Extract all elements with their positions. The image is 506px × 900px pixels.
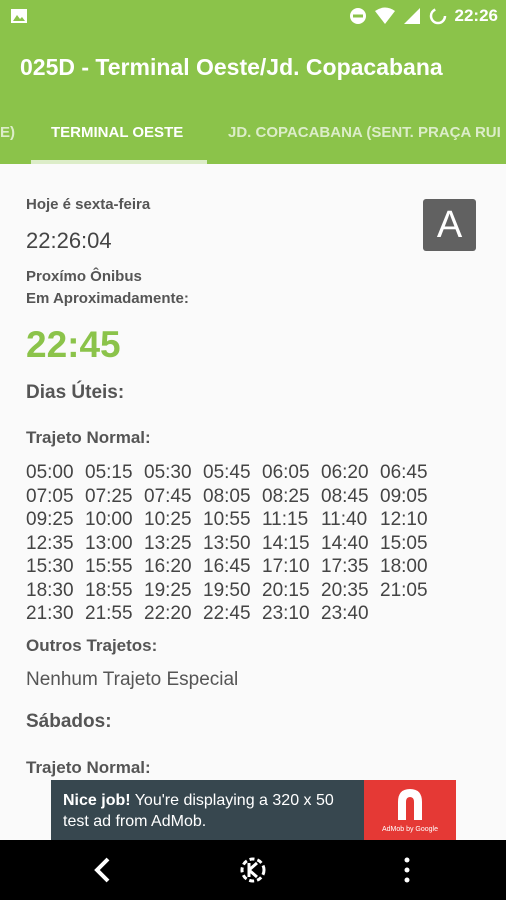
- tab-jd-copacabana[interactable]: JD. COPACABANA (SENT. PRAÇA RUI BARBOSA): [228, 106, 506, 164]
- schedule-time: 12:10: [380, 509, 428, 530]
- schedule-time: 16:45: [203, 556, 251, 577]
- navigation-bar: [0, 840, 506, 900]
- schedule-time: 21:05: [380, 579, 428, 601]
- schedule-time: 07:45: [144, 485, 192, 507]
- schedule-time: 15:55: [85, 556, 133, 577]
- status-time: 22:26: [454, 6, 498, 25]
- next-bus-approx-label: Em Aproximadamente:: [26, 290, 189, 307]
- schedule-time: 20:35: [321, 579, 369, 601]
- normal-route-title: Trajeto Normal:: [26, 428, 151, 447]
- app-bar: 025D - Terminal Oeste/Jd. Copacabana: [0, 32, 506, 106]
- tab-terminal-oeste[interactable]: TERMINAL OESTE: [51, 106, 183, 164]
- schedule-time: 08:05: [203, 485, 251, 507]
- schedule-time: 06:05: [262, 462, 310, 483]
- schedule-time: 23:40: [321, 603, 369, 624]
- ad-caption: AdMob by Google: [381, 826, 439, 833]
- next-bus-label: Proxímo Ônibus: [26, 268, 142, 285]
- schedule-time: 10:55: [203, 509, 251, 530]
- admob-icon: [398, 789, 422, 820]
- weekday-times-grid: 05:00 05:15 05:30 05:45 06:05 06:20 06:45 07:05…: [26, 461, 439, 626]
- schedule-time: 15:05: [380, 532, 428, 554]
- other-routes-title: Outros Trajetos:: [26, 636, 158, 655]
- signal-icon: [403, 8, 420, 24]
- schedule-time: 20:15: [262, 579, 310, 601]
- schedule-time: 08:45: [321, 485, 369, 507]
- schedule-time: 19:25: [144, 579, 192, 601]
- schedule-time: 11:15: [262, 509, 309, 530]
- schedule-time: 09:25: [26, 509, 74, 530]
- tab-previous[interactable]: E): [0, 106, 15, 164]
- schedule-time: 12:35: [26, 532, 74, 554]
- schedule-time: 19:50: [203, 579, 251, 601]
- sync-icon: [429, 7, 446, 25]
- schedule-time: 11:40: [321, 509, 368, 530]
- schedule-time: 14:15: [262, 532, 310, 554]
- schedule-time: 22:45: [203, 603, 251, 624]
- schedule-time: 13:50: [203, 532, 251, 554]
- saturday-title: Sábados:: [26, 711, 112, 732]
- other-routes-value: Nenhum Trajeto Especial: [26, 669, 239, 690]
- tab-bar: E) TERMINAL OESTE JD. COPACABANA (SENT. …: [0, 106, 506, 164]
- schedule-time: 10:25: [144, 509, 192, 530]
- schedule-time: 17:35: [321, 556, 369, 577]
- more-options-icon[interactable]: [392, 855, 422, 885]
- schedule-time: 06:20: [321, 462, 369, 483]
- next-bus-time: 22:45: [26, 324, 121, 365]
- schedule-time: 13:25: [144, 532, 192, 554]
- schedule-time: 18:00: [380, 556, 428, 577]
- weekdays-title: Dias Úteis:: [26, 382, 125, 403]
- schedule-time: 17:10: [262, 556, 310, 577]
- schedule-time: 23:10: [262, 603, 310, 624]
- schedule-time: 07:05: [26, 485, 74, 507]
- schedule-time: 05:00: [26, 462, 74, 483]
- home-icon[interactable]: [238, 855, 268, 885]
- schedule-time: 18:30: [26, 579, 74, 601]
- schedule-time: 18:55: [85, 579, 133, 601]
- current-time: 22:26:04: [26, 228, 112, 253]
- saturday-normal-title: Trajeto Normal:: [26, 758, 151, 777]
- schedule-time: 21:55: [85, 603, 133, 624]
- schedule-time: 13:00: [85, 532, 133, 554]
- today-label: Hoje é sexta-feira: [26, 196, 151, 213]
- schedule-time: 08:25: [262, 485, 310, 507]
- page-title: 025D - Terminal Oeste/Jd. Copacabana: [20, 54, 443, 80]
- schedule-time: 05:30: [144, 462, 192, 483]
- status-bar: 22:26: [0, 0, 506, 32]
- schedule-time: 05:45: [203, 462, 251, 483]
- schedule-time: 22:20: [144, 603, 192, 624]
- schedule-time: 14:40: [321, 532, 369, 554]
- do-not-disturb-icon: [349, 8, 366, 24]
- admob-logo: AdMob by Google: [364, 780, 456, 840]
- schedule-time: 21:30: [26, 603, 74, 624]
- schedule-time: 05:15: [85, 462, 133, 483]
- ad-bold: Nice job!: [63, 792, 131, 809]
- wifi-icon: [374, 7, 395, 24]
- back-icon[interactable]: [88, 855, 118, 885]
- image-icon: [11, 9, 27, 23]
- schedule-time: 07:25: [85, 485, 133, 507]
- schedule-time: 15:30: [26, 556, 74, 577]
- schedule-time: 16:20: [144, 556, 192, 577]
- schedule-time: 06:45: [380, 462, 428, 483]
- badge-a: A: [423, 199, 476, 251]
- schedule-time: 09:05: [380, 485, 428, 507]
- ad-text: Nice job! You're displaying a 320 x 50 t…: [63, 790, 363, 832]
- ad-banner[interactable]: Nice job! You're displaying a 320 x 50 t…: [51, 780, 456, 840]
- schedule-content[interactable]: Hoje é sexta-feira 22:26:04 A Proxímo Ôn…: [0, 164, 506, 840]
- schedule-time: 10:00: [85, 509, 133, 530]
